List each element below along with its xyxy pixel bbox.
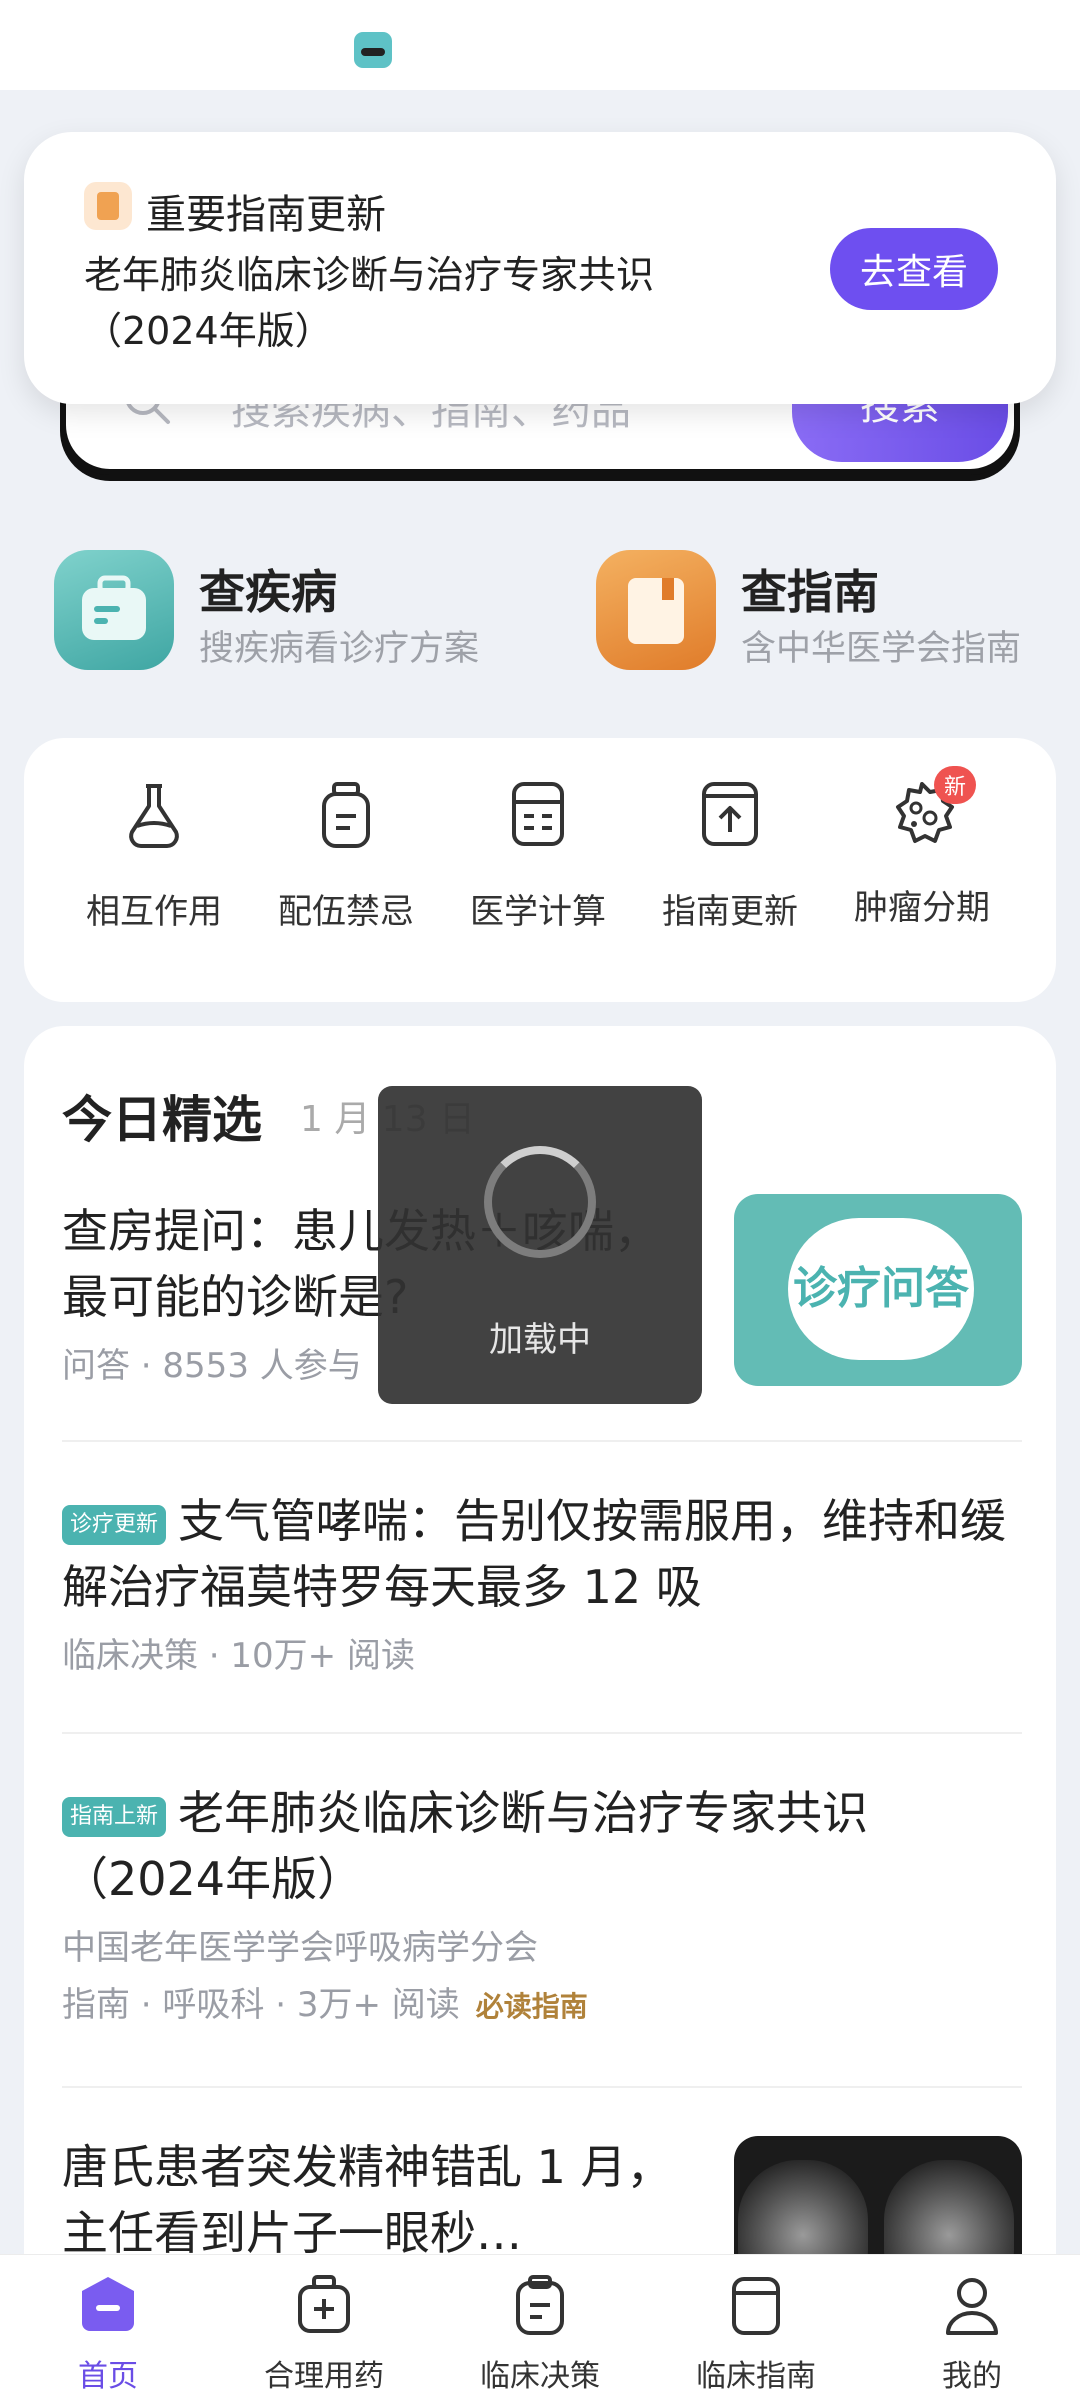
nav-label: 首页 xyxy=(78,2359,138,2394)
loading-text: 加载中 xyxy=(489,1320,591,1360)
shortcut-title: 查疾病 xyxy=(199,565,337,619)
update-tag: 诊疗更新 xyxy=(62,1504,167,1545)
nav-home[interactable]: 首页 xyxy=(8,2271,208,2395)
notification-title: 重要指南更新 xyxy=(146,192,386,238)
nav-label: 合理用药 xyxy=(264,2359,384,2394)
upload-icon xyxy=(702,782,758,846)
divider xyxy=(62,2086,1022,2088)
profile-icon xyxy=(946,2278,998,2335)
nav-rational-drug-use[interactable]: 合理用药 xyxy=(224,2271,424,2395)
medicine-bag-icon xyxy=(298,2275,350,2333)
loading-toast: 加载中 xyxy=(378,1086,702,1404)
shortcut-subtitle: 搜疾病看诊疗方案 xyxy=(199,629,480,669)
guide-update-notification[interactable]: 重要指南更新 老年肺炎临床诊断与治疗专家共识（2024年版） 去查看 xyxy=(24,132,1056,404)
book-icon xyxy=(732,2277,780,2335)
article-meta: 指南 · 呼吸科 · 3万+ 阅读 必读指南 xyxy=(62,1985,588,2025)
nav-label: 临床决策 xyxy=(480,2359,600,2394)
nav-clinical-guide[interactable]: 临床指南 xyxy=(656,2271,856,2395)
article-meta: 临床决策 · 10万+ 阅读 xyxy=(62,1636,415,1676)
cell-icon: 新 xyxy=(886,766,976,850)
tool-label: 医学计算 xyxy=(470,892,606,932)
nav-clinical-decision[interactable]: 临床决策 xyxy=(440,2271,640,2395)
divider xyxy=(62,1440,1022,1442)
disease-search-shortcut[interactable]: 查疾病 搜疾病看诊疗方案 xyxy=(54,550,514,672)
flask-icon xyxy=(129,784,179,848)
new-guide-tag: 指南上新 xyxy=(62,1796,167,1837)
tool-label: 配伍禁忌 xyxy=(278,892,414,932)
article-item[interactable]: 指南上新 老年肺炎临床诊断与治疗专家共识（2024年版） 中国老年医学学会呼吸病学… xyxy=(62,1780,1022,2026)
article-item[interactable]: 诊疗更新 支气管哮喘：告别仅按需服用，维持和缓解治疗福莫特罗每天最多 12 吸 临… xyxy=(62,1488,1022,1677)
nav-mine[interactable]: 我的 xyxy=(872,2271,1072,2395)
home-icon xyxy=(82,2277,134,2331)
article-thumbnail[interactable]: 诊疗问答 xyxy=(734,1194,1022,1386)
tool-tumor-staging[interactable]: 新 肿瘤分期 xyxy=(832,766,1012,929)
new-badge: 新 xyxy=(934,766,976,804)
notification-body: 老年肺炎临床诊断与治疗专家共识（2024年版） xyxy=(84,253,655,353)
tool-label: 肿瘤分期 xyxy=(854,888,990,928)
spinner-icon xyxy=(484,1146,596,1258)
guide-book-icon xyxy=(596,550,716,670)
tool-label: 相互作用 xyxy=(86,892,222,932)
tool-guide-update[interactable]: 指南更新 xyxy=(640,778,820,933)
article-org: 中国老年医学学会呼吸病学分会 xyxy=(62,1928,538,1968)
tool-calculator[interactable]: 医学计算 xyxy=(448,778,628,933)
article-title: 唐氏患者突发精神错乱 1 月，主任看到片子一眼秒… xyxy=(62,2140,673,2260)
shortcut-subtitle: 含中华医学会指南 xyxy=(741,629,1022,669)
shortcut-title: 查指南 xyxy=(741,565,879,619)
medical-bag-icon xyxy=(54,550,174,670)
app-notification-icon xyxy=(354,32,392,68)
divider xyxy=(62,1732,1022,1734)
tool-interaction[interactable]: 相互作用 xyxy=(64,778,244,933)
status-bar xyxy=(0,0,1080,90)
tool-label: 指南更新 xyxy=(662,892,798,932)
must-read-badge: 必读指南 xyxy=(475,1990,588,2023)
calculator-icon xyxy=(512,782,564,846)
article-title: 指南上新 老年肺炎临床诊断与治疗专家共识（2024年版） xyxy=(62,1786,869,1906)
tools-card: 相互作用 配伍禁忌 医学计算 指南更新 新 肿瘤分期 xyxy=(24,738,1056,1002)
article-item[interactable]: 唐氏患者突发精神错乱 1 月，主任看到片子一眼秒… xyxy=(62,2134,682,2266)
article-title: 诊疗更新 支气管哮喘：告别仅按需服用，维持和缓解治疗福莫特罗每天最多 12 吸 xyxy=(62,1494,1007,1614)
tool-incompatibility[interactable]: 配伍禁忌 xyxy=(256,778,436,933)
section-title: 今日精选 xyxy=(62,1091,262,1149)
nav-label: 我的 xyxy=(942,2359,1002,2394)
view-button[interactable]: 去查看 xyxy=(830,228,998,310)
thumbnail-caption: 诊疗问答 xyxy=(788,1218,974,1360)
clipboard-icon xyxy=(516,2275,564,2335)
nav-label: 临床指南 xyxy=(696,2359,816,2394)
bottom-navigation: 首页 合理用药 临床决策 临床指南 我的 xyxy=(0,2254,1080,2400)
guide-search-shortcut[interactable]: 查指南 含中华医学会指南 xyxy=(596,550,1056,672)
bottle-icon xyxy=(322,782,370,848)
book-icon xyxy=(84,182,132,230)
